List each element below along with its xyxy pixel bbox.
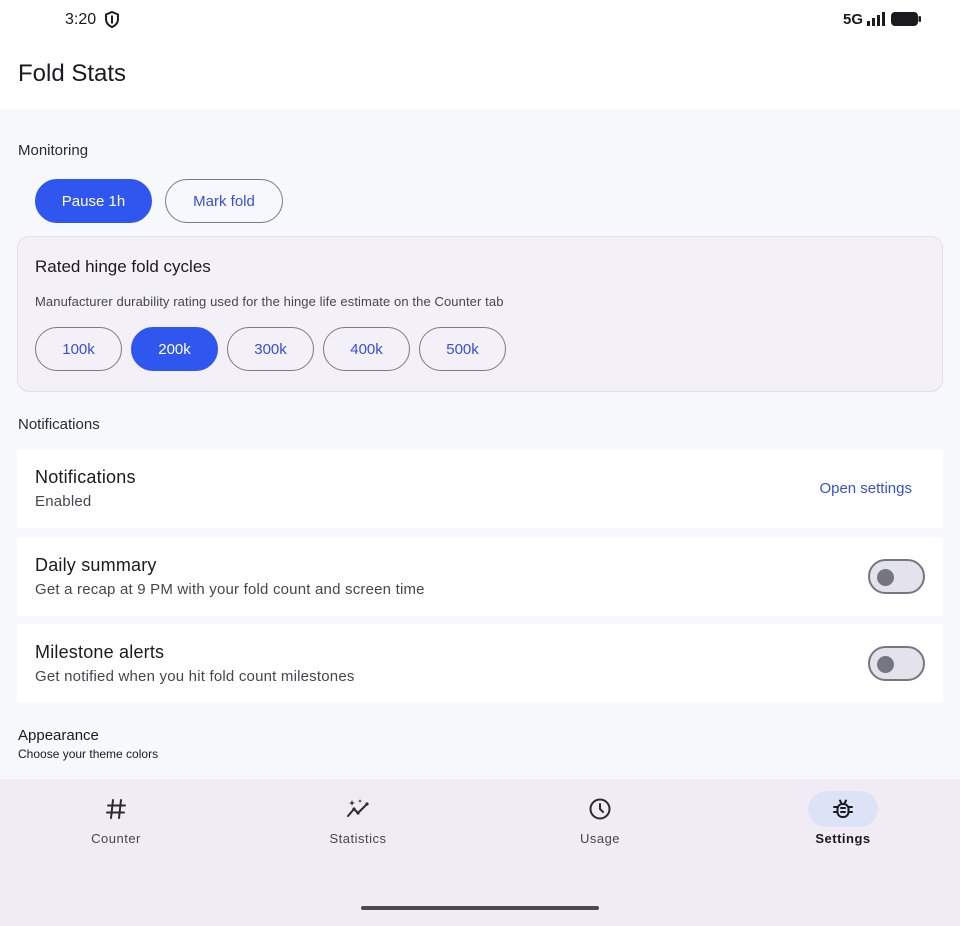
pause-1h-button[interactable]: Pause 1h — [35, 179, 152, 223]
app-bar: Fold Stats — [0, 40, 960, 109]
monitoring-section-label: Monitoring — [18, 142, 89, 159]
clock-icon — [589, 798, 611, 820]
nav-label-usage: Usage — [579, 831, 621, 846]
status-bar: 3:20 5G — [0, 0, 960, 40]
hinge-card-title: Rated hinge fold cycles — [35, 257, 211, 276]
milestone-alerts-toggle[interactable] — [868, 646, 925, 681]
notifications-row-status: Enabled — [35, 493, 92, 510]
hash-icon — [106, 799, 126, 819]
bottom-navigation: Counter Statistics Usage Settings — [0, 779, 960, 926]
signal-icon — [867, 12, 885, 26]
nav-pill — [81, 791, 151, 827]
appearance-title: Appearance — [18, 727, 99, 744]
nav-item-settings[interactable]: Settings — [723, 779, 960, 859]
nav-pill-active — [808, 791, 878, 827]
mark-fold-button[interactable]: Mark fold — [165, 179, 283, 223]
option-100k-chip[interactable]: 100k — [35, 327, 122, 371]
toggle-knob — [877, 655, 894, 673]
appearance-subtitle: Choose your theme colors — [18, 747, 159, 761]
daily-summary-subtitle: Get a recap at 9 PM with your fold count… — [35, 581, 425, 598]
option-400k-chip[interactable]: 400k — [323, 327, 410, 371]
nav-pill — [323, 791, 393, 827]
notifications-section-label: Notifications — [18, 416, 100, 433]
milestone-alerts-row[interactable]: Milestone alerts Get notified when you h… — [17, 624, 943, 703]
milestone-alerts-subtitle: Get notified when you hit fold count mil… — [35, 668, 355, 685]
daily-summary-row[interactable]: Daily summary Get a recap at 9 PM with y… — [17, 537, 943, 616]
nav-item-statistics[interactable]: Statistics — [238, 779, 478, 859]
nav-label-statistics: Statistics — [329, 831, 387, 846]
nav-item-usage[interactable]: Usage — [480, 779, 720, 859]
option-200k-chip[interactable]: 200k — [131, 327, 218, 371]
daily-summary-toggle[interactable] — [868, 559, 925, 594]
nav-item-counter[interactable]: Counter — [0, 779, 236, 859]
notifications-row[interactable]: Notifications Enabled Open settings — [17, 449, 943, 528]
milestone-alerts-title: Milestone alerts — [35, 642, 165, 662]
nav-pill — [565, 791, 635, 827]
daily-summary-title: Daily summary — [35, 555, 157, 575]
hinge-card-description: Manufacturer durability rating used for … — [35, 294, 504, 309]
nav-label-settings: Settings — [815, 831, 871, 846]
option-300k-chip[interactable]: 300k — [227, 327, 314, 371]
option-500k-chip[interactable]: 500k — [419, 327, 506, 371]
open-settings-link[interactable]: Open settings — [819, 480, 912, 497]
nav-label-counter: Counter — [91, 831, 141, 846]
page-title: Fold Stats — [18, 60, 127, 87]
home-indicator[interactable] — [361, 906, 599, 910]
network-type: 5G — [843, 11, 864, 28]
bug-settings-icon — [833, 799, 853, 818]
hinge-cycles-card: Rated hinge fold cycles Manufacturer dur… — [17, 236, 943, 392]
notifications-row-title: Notifications — [35, 467, 136, 487]
shield-icon — [105, 11, 119, 28]
toggle-knob — [877, 568, 894, 586]
sparkle-chart-icon — [347, 799, 369, 817]
battery-icon — [891, 12, 921, 26]
status-time: 3:20 — [65, 11, 97, 28]
